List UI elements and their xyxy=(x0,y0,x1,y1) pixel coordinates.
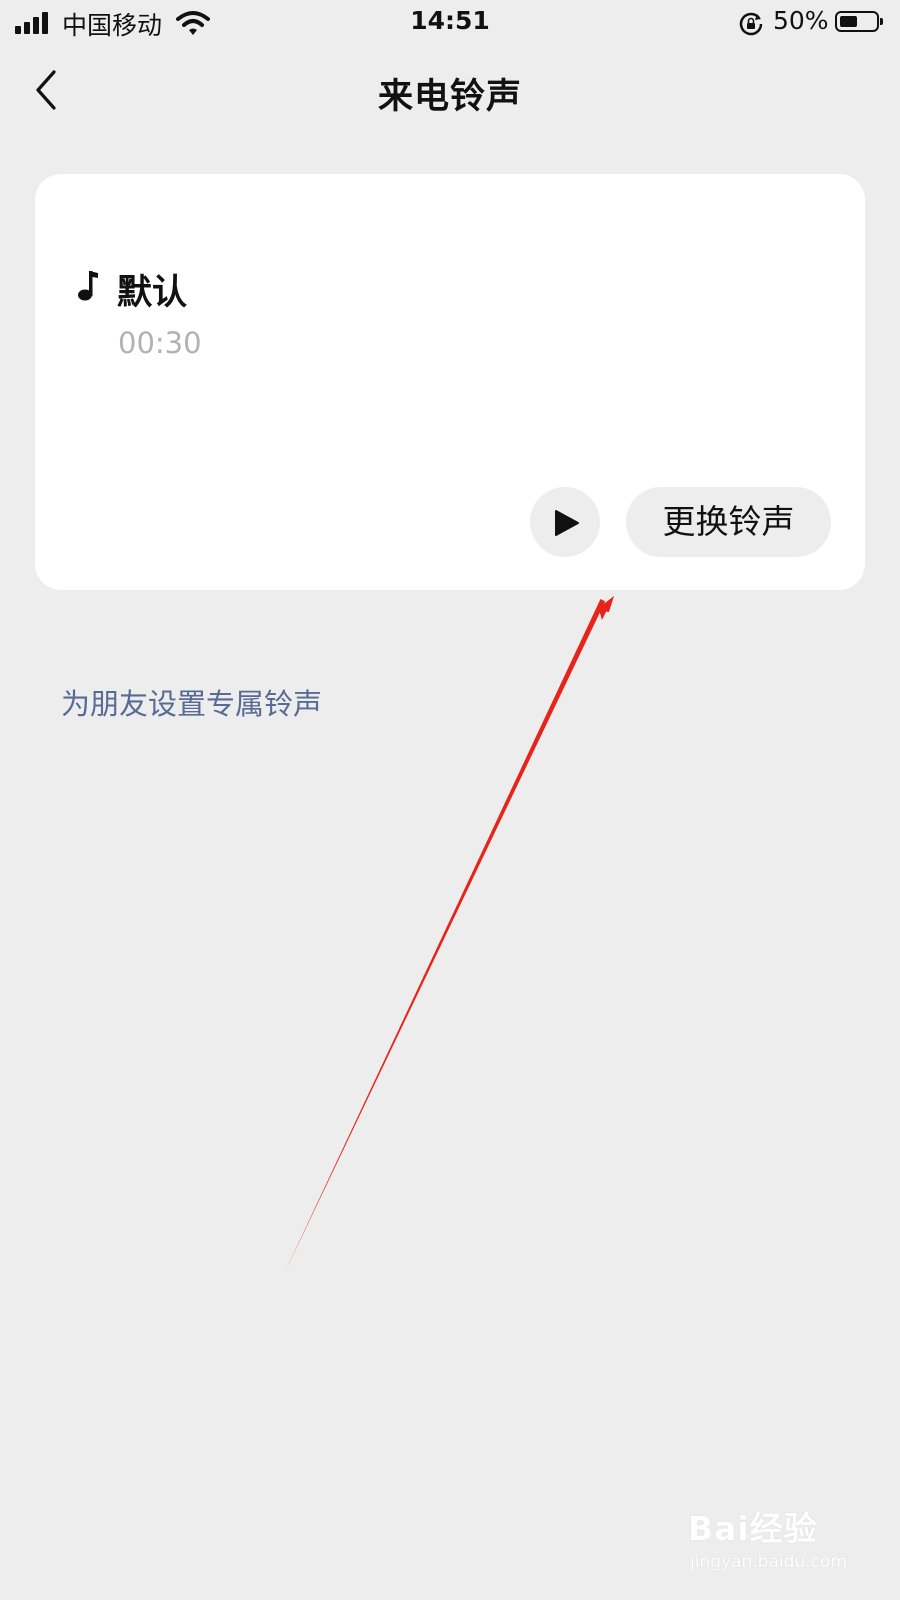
battery-icon xyxy=(835,11,883,32)
ringtone-card: 默认 00:30 更换铃声 xyxy=(35,174,865,590)
battery-percent: 50% xyxy=(773,6,829,35)
music-note-icon xyxy=(78,271,98,301)
status-time: 14:51 xyxy=(410,6,490,35)
page-title: 来电铃声 xyxy=(377,77,522,117)
play-icon xyxy=(555,510,579,536)
navigation-bar: 来电铃声 xyxy=(0,46,900,136)
watermark-brand: Bai经验 xyxy=(688,1509,818,1548)
ringtone-duration: 00:30 xyxy=(118,326,202,360)
watermark: Bai经验 jingyan.baidu.com xyxy=(688,1490,888,1580)
change-ringtone-button[interactable]: 更换铃声 xyxy=(626,487,831,557)
play-button[interactable] xyxy=(530,487,600,557)
watermark-url: jingyan.baidu.com xyxy=(690,1552,847,1572)
set-friend-ringtone-link[interactable]: 为朋友设置专属铃声 xyxy=(61,681,322,723)
rotation-lock-icon xyxy=(739,12,763,36)
ringtone-name: 默认 xyxy=(117,273,188,313)
status-bar: 中国移动 14:51 50% xyxy=(0,0,900,46)
